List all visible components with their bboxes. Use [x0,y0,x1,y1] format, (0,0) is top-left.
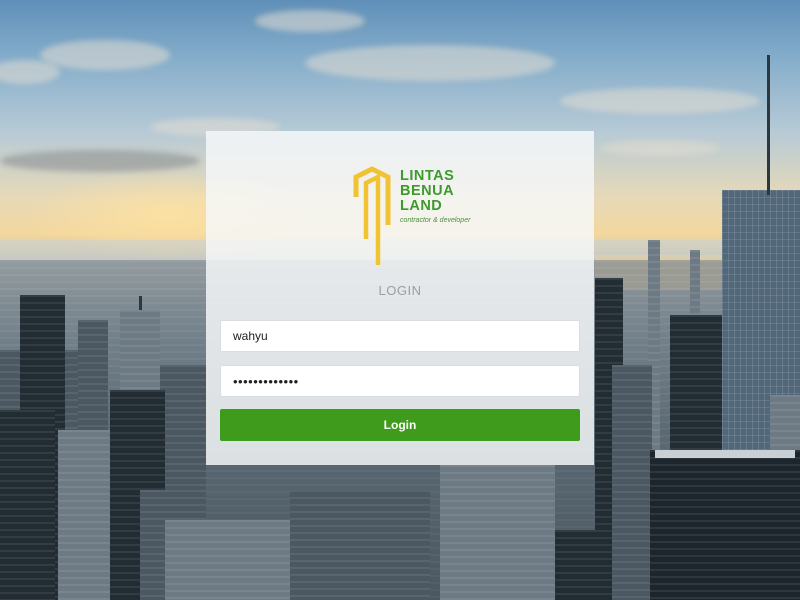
logo-tagline: contractor & developer [400,217,471,224]
building [650,450,800,600]
building [0,410,55,600]
logo-mark-icon [333,166,404,265]
city-skyline-background: LINTAS BENUA LAND contractor & developer… [0,0,800,600]
logo-text-line: LINTAS [400,168,455,184]
logo-text-line: LAND [400,198,443,214]
building [290,490,430,600]
cloud [600,140,720,156]
building [440,465,555,600]
company-logo: LINTAS BENUA LAND contractor & developer [332,165,482,269]
cloud [0,150,200,172]
building [58,430,116,600]
username-input[interactable] [220,320,580,352]
login-button[interactable]: Login [220,409,580,441]
login-title: LOGIN [378,283,422,298]
building-spire [139,296,142,310]
cloud [305,45,555,81]
logo-wordmark: LINTAS BENUA LAND contractor & developer [400,169,484,225]
logo-text-line: BENUA [400,183,455,199]
password-input[interactable] [220,365,580,397]
cloud [40,40,170,70]
building [655,450,795,458]
building-spire [767,55,770,195]
cloud [560,88,760,114]
login-card: LINTAS BENUA LAND contractor & developer… [206,131,594,465]
building [165,520,295,600]
cloud [255,10,365,32]
building [612,365,652,600]
